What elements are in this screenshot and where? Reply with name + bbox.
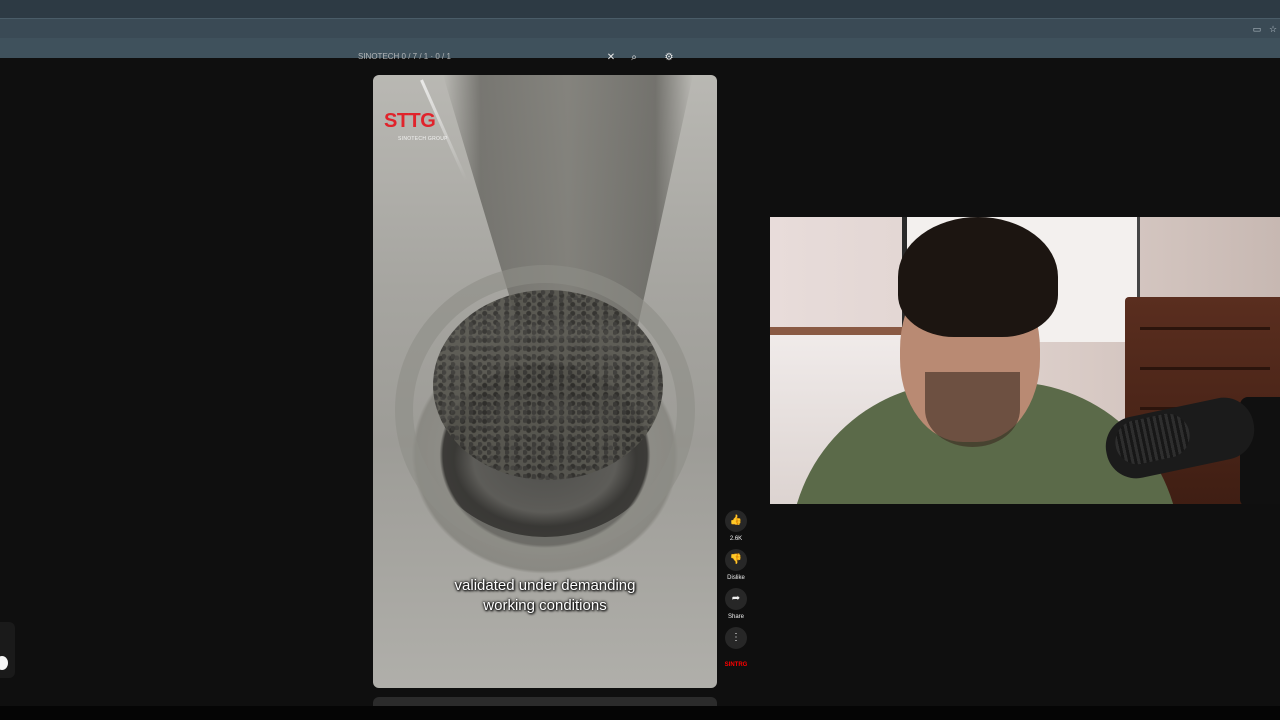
webcam-dresser-drawer [1140,327,1270,330]
brand-logo-subtitle: SINOTECH GROUP [398,136,448,142]
like-action[interactable]: 👍 2.6K [725,510,747,542]
share-label: Share [727,614,744,620]
webcam-overlay [770,217,1280,504]
like-icon[interactable]: 👍 [725,510,747,532]
webcam-person-beard [925,372,1020,447]
bottom-letterbox [0,706,1280,720]
webcam-person-hair [898,217,1058,337]
youtube-shorts-page: ▭ ☆ SINOTECH 0 / 7 / 1 · 0 / 1 ✕ ⌕ ⚙ STT… [0,0,1280,720]
webcam-bed-frame [770,327,910,335]
close-icon[interactable]: ✕ [604,51,618,65]
webcam-dresser-drawer [1140,367,1270,370]
channel-badge[interactable]: SINTRG [722,662,750,668]
video-gravel-pile [433,290,663,480]
caption-line-2: working conditions [483,597,607,614]
shorts-title-crumb: SINOTECH 0 / 7 / 1 · 0 / 1 [358,52,451,61]
search-icon[interactable]: ⌕ [627,51,641,65]
dislike-action[interactable]: 👎 Dislike [725,549,747,581]
dislike-label: Dislike [727,575,745,581]
shorts-video-player[interactable]: STTG SINOTECH GROUP validated under dema… [373,75,717,688]
more-action[interactable]: ⋮ [725,627,747,649]
share-icon[interactable]: ➦ [725,588,747,610]
browser-tab-strip [0,0,1280,18]
star-icon[interactable]: ☆ [1268,24,1278,34]
more-options-icon[interactable]: ⋮ [725,627,747,649]
brand-logo: STTG [384,110,436,132]
picture-in-picture-icon[interactable]: ▭ [1252,24,1262,34]
like-count: 2.6K [729,536,743,542]
settings-icon[interactable]: ⚙ [662,51,676,65]
share-action[interactable]: ➦ Share [725,588,747,620]
shorts-header: SINOTECH 0 / 7 / 1 · 0 / 1 ✕ ⌕ ⚙ [352,50,682,66]
dislike-icon[interactable]: 👎 [725,549,747,571]
video-caption: validated under demanding working condit… [373,576,717,616]
caption-line-1: validated under demanding [454,577,636,594]
